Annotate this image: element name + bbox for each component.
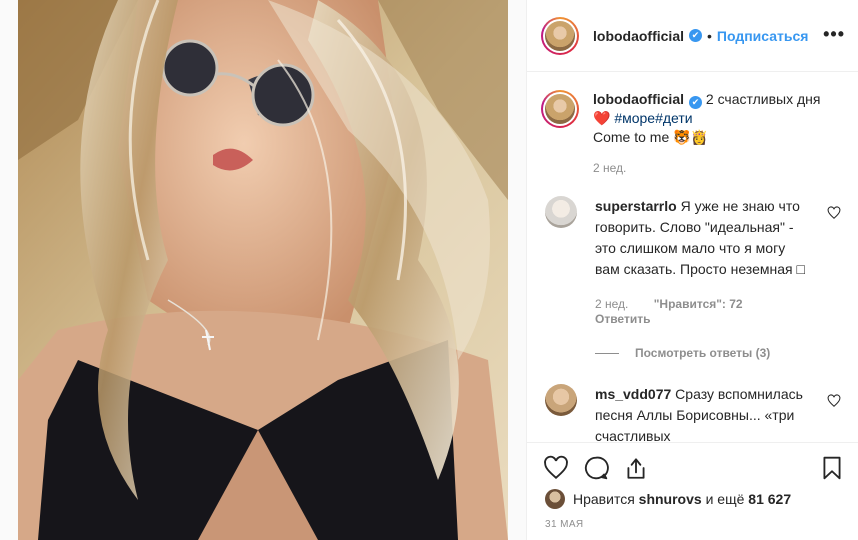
comment-meta: 2 нед. "Нравится": 72 Ответить: [595, 297, 743, 327]
comment-like-heart-icon[interactable]: [827, 206, 841, 220]
liked-user[interactable]: shnurovs: [639, 491, 702, 507]
comment-like-heart-icon[interactable]: [827, 394, 841, 408]
post-caption: lobodaofficial ✔ 2 счастливых дня ❤️ #мор…: [541, 90, 851, 178]
author-username[interactable]: lobodaofficial: [593, 28, 684, 44]
comment-item: ms_vdd077 Сразу вспомнилась песня Аллы Б…: [545, 384, 855, 442]
author-avatar[interactable]: [541, 16, 579, 55]
replies-divider: [595, 352, 619, 354]
verified-icon: ✔: [689, 96, 702, 109]
avatar-image: [545, 94, 575, 124]
heart-emoji: ❤️: [593, 110, 611, 126]
comments-list[interactable]: lobodaofficial ✔ 2 счастливых дня ❤️ #мор…: [527, 72, 858, 442]
verified-icon: ✔: [689, 29, 702, 42]
caption-avatar[interactable]: [541, 90, 579, 128]
caption-emoji: 🐯👸: [673, 129, 709, 145]
caption-hashtags[interactable]: #море#дети: [614, 110, 692, 126]
commenter-avatar[interactable]: [545, 384, 577, 416]
action-icons: [543, 455, 649, 481]
caption-line-2: Come to me: [593, 129, 670, 145]
comment-time[interactable]: 2 нед.: [595, 297, 628, 311]
post-photo-image: [18, 0, 508, 540]
commenter-avatar[interactable]: [545, 196, 577, 228]
likes-count[interactable]: 81 627: [748, 491, 791, 507]
caption-username[interactable]: lobodaofficial: [593, 91, 684, 107]
caption-line-1: 2 счастливых дня: [705, 91, 821, 107]
more-icon[interactable]: •••: [823, 25, 845, 43]
comment-text: superstarrlo Я уже не знаю что говорить.…: [595, 196, 807, 280]
post-header: lobodaofficial ✔ • Подписаться •••: [527, 0, 858, 72]
avatar-border: [543, 92, 577, 126]
comment-username[interactable]: ms_vdd077: [595, 386, 671, 402]
avatar-border: [543, 18, 577, 53]
caption-time[interactable]: 2 нед.: [593, 159, 843, 178]
post-photo[interactable]: [18, 0, 508, 540]
comment-text: ms_vdd077 Сразу вспомнилась песня Аллы Б…: [595, 384, 807, 442]
share-icon[interactable]: [623, 455, 649, 481]
comment-icon[interactable]: [583, 455, 609, 481]
view-replies-button[interactable]: Посмотреть ответы (3): [595, 346, 770, 360]
post-actions: Нравится shnurovs и ещё 81 627 31 МАЯ: [527, 442, 858, 540]
comment-item: superstarrlo Я уже не знаю что говорить.…: [545, 196, 855, 280]
heart-icon[interactable]: [543, 455, 569, 481]
caption-text: lobodaofficial ✔ 2 счастливых дня ❤️ #мор…: [593, 90, 843, 178]
post-details-panel: lobodaofficial ✔ • Подписаться ••• lobod…: [526, 0, 858, 540]
bookmark-icon[interactable]: [819, 455, 845, 481]
liked-by[interactable]: Нравится shnurovs и ещё 81 627: [545, 489, 791, 509]
separator-dot: •: [707, 27, 712, 44]
follow-button[interactable]: Подписаться: [717, 28, 809, 44]
liker-avatar[interactable]: [545, 489, 565, 509]
liked-suffix: и ещё: [705, 491, 745, 507]
reply-button[interactable]: Ответить: [595, 312, 650, 326]
comment-username[interactable]: superstarrlo: [595, 198, 677, 214]
comment-likes[interactable]: "Нравится": 72: [654, 297, 743, 311]
post-date[interactable]: 31 МАЯ: [545, 519, 584, 530]
view-replies-label: Посмотреть ответы (3): [635, 346, 771, 360]
liked-prefix: Нравится: [573, 491, 635, 507]
avatar-image: [545, 20, 575, 51]
